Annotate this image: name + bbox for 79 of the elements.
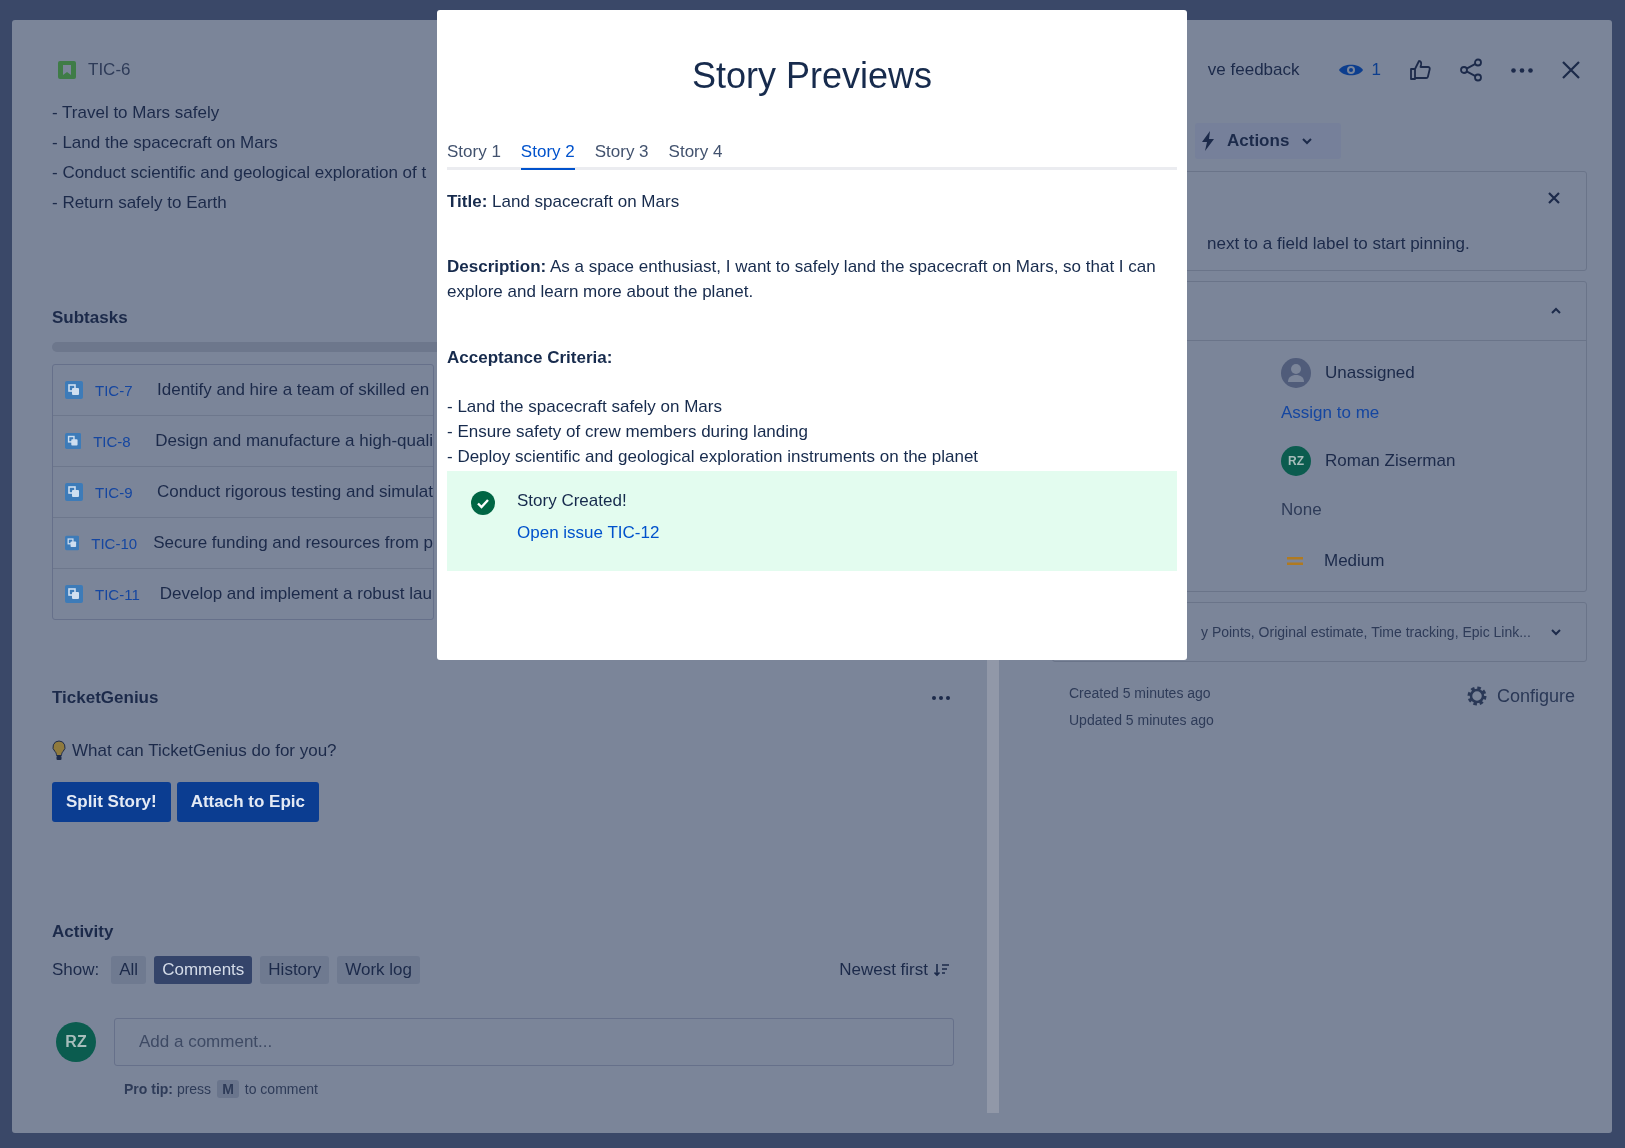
user-icon xyxy=(1281,358,1311,388)
subtask-key[interactable]: TIC-7 xyxy=(95,381,137,399)
subtask-summary[interactable]: Secure funding and resources from p xyxy=(153,533,433,553)
story-tab[interactable]: Story 1 xyxy=(447,142,501,170)
lightbulb-icon xyxy=(52,740,66,762)
open-issue-link[interactable]: Open issue TIC-12 xyxy=(517,523,660,543)
assignee-value: Unassigned xyxy=(1325,363,1415,383)
subtask-icon xyxy=(65,381,83,399)
criteria-item: - Ensure safety of crew members during landing xyxy=(447,421,809,443)
subtask-summary[interactable]: Develop and implement a robust lau xyxy=(159,584,432,604)
pro-tip-text: Pro tip: press xyxy=(124,1081,212,1097)
description-line: - Travel to Mars safely xyxy=(52,102,220,124)
user-avatar: RZ xyxy=(56,1022,96,1062)
feedback-link[interactable]: ve feedback xyxy=(1207,60,1300,80)
story-description: Description: As a space enthusiast, I want to safely land the spacecraft on Mars, so that I can explore and learn more about the planet. xyxy=(447,256,1157,303)
dialog-title: Story Previews xyxy=(690,54,934,98)
subtask-icon xyxy=(65,432,82,450)
priority-icon xyxy=(1287,556,1303,566)
subtask-key[interactable]: TIC-9 xyxy=(95,483,137,501)
assign-link[interactable]: Assign to me xyxy=(1281,395,1586,431)
description-line: - Land the spacecraft on Mars xyxy=(52,132,278,154)
ticketgenius-heading: TicketGenius xyxy=(52,688,159,708)
filter-button[interactable]: Work log xyxy=(337,956,420,984)
chevron-icon[interactable] xyxy=(1550,628,1562,636)
user-avatar: RZ xyxy=(1281,446,1311,476)
date-text: Updated 5 minutes ago xyxy=(1069,711,1214,730)
subtask-icon xyxy=(65,585,83,603)
comment-field[interactable]: Add a comment... xyxy=(114,1018,954,1066)
share-icon[interactable] xyxy=(1459,58,1483,82)
story-tab[interactable]: Story 2 xyxy=(520,142,575,170)
criteria-item: - Deploy scientific and geological exploration instruments on the planet xyxy=(447,446,980,468)
show-label: Show: xyxy=(52,960,100,980)
actions-button[interactable]: Actions xyxy=(1195,123,1342,159)
subtasks-heading: Subtasks xyxy=(52,308,129,328)
prompt-text: What can TicketGenius do for you? xyxy=(72,741,337,761)
action-button[interactable]: Attach to Epic xyxy=(176,782,319,822)
subtask-summary[interactable]: Design and manufacture a high-quali xyxy=(155,431,433,451)
criteria-item: - Land the spacecraft safely on Mars xyxy=(447,396,723,418)
filter-button[interactable]: Comments xyxy=(154,956,253,984)
more-fields-text: y Points, Original estimate, Time tracking, Epic Link... xyxy=(1201,624,1531,640)
more-icon[interactable] xyxy=(1511,67,1533,73)
priority-value: Medium xyxy=(1324,551,1385,571)
reporter-value: Roman Ziserman xyxy=(1325,451,1456,471)
configure-button[interactable]: Configure xyxy=(1464,680,1575,712)
date-text: Created 5 minutes ago xyxy=(1069,684,1212,703)
action-button[interactable]: Split Story! xyxy=(52,782,171,822)
activity-heading: Activity xyxy=(52,922,115,942)
subtask-summary[interactable]: Conduct rigorous testing and simulat xyxy=(157,482,433,502)
story-tab[interactable]: Story 4 xyxy=(668,142,723,170)
bookmark-icon xyxy=(58,61,76,79)
notice-text: Story Created! xyxy=(517,491,628,511)
labels-value: None xyxy=(1281,499,1323,521)
subtask-summary[interactable]: Identify and hire a team of skilled en xyxy=(157,380,430,400)
close-icon[interactable] xyxy=(1561,60,1581,80)
check-icon xyxy=(471,491,495,515)
lightning-icon xyxy=(1201,131,1215,151)
thumbs-up-icon[interactable] xyxy=(1409,59,1431,81)
filter-button[interactable]: All xyxy=(111,956,147,984)
caret-icon xyxy=(1301,137,1314,145)
chevron-icon[interactable] xyxy=(1550,307,1562,315)
story-title: Title: Land spacecraft on Mars xyxy=(447,192,681,212)
sort-icon xyxy=(934,963,950,977)
criteria-heading: Acceptance Criteria: xyxy=(447,348,614,368)
close-icon[interactable] xyxy=(1548,192,1560,204)
story-tab[interactable]: Story 3 xyxy=(594,142,649,170)
description-line: - Return safely to Earth xyxy=(52,192,227,214)
pin-hint-text: next to a field label to start pinning. xyxy=(1207,234,1470,254)
subtask-icon xyxy=(65,483,83,501)
pro-tip-text: to comment xyxy=(244,1081,318,1097)
subtask-key[interactable]: TIC-11 xyxy=(95,585,140,603)
description-line: - Conduct scientific and geological exploration of t xyxy=(52,162,427,184)
sort-button[interactable]: Newest first xyxy=(839,960,950,980)
subtask-icon xyxy=(65,534,80,552)
issue-key[interactable]: TIC-6 xyxy=(88,60,131,80)
more-icon[interactable] xyxy=(932,696,950,700)
subtask-key[interactable]: TIC-8 xyxy=(93,432,136,450)
filter-button[interactable]: History xyxy=(260,956,330,984)
keyboard-key: M xyxy=(217,1080,239,1098)
watch-button[interactable]: 1 xyxy=(1337,60,1381,80)
